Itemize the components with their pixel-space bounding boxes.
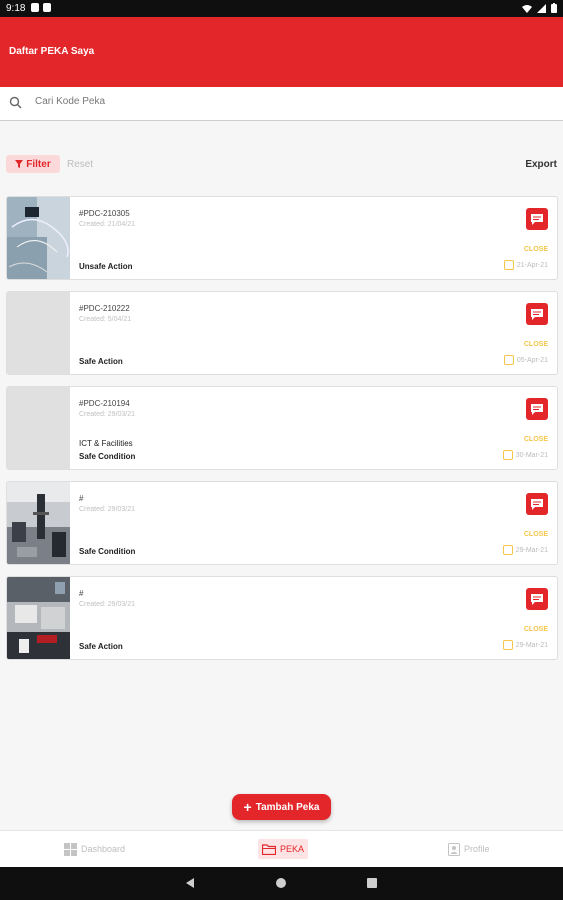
peka-card[interactable]: #PDC-210222 Created: 5/04/21 Safe Action… bbox=[6, 291, 558, 375]
page-title: Daftar PEKA Saya bbox=[9, 46, 95, 57]
wifi-icon bbox=[522, 4, 532, 13]
system-nav-bar bbox=[0, 867, 563, 900]
calendar-icon bbox=[502, 450, 513, 460]
comment-icon bbox=[531, 403, 543, 415]
card-type: Unsafe Action bbox=[79, 262, 133, 271]
card-date-text: 29-Mar-21 bbox=[515, 546, 548, 554]
card-date: 30-Mar-21 bbox=[502, 450, 548, 460]
calendar-icon bbox=[502, 640, 513, 650]
folder-icon bbox=[262, 843, 276, 855]
card-photo bbox=[7, 577, 70, 659]
nav-dashboard[interactable]: Dashboard bbox=[64, 839, 125, 859]
nav-profile[interactable]: Profile bbox=[448, 839, 490, 859]
comment-button[interactable] bbox=[526, 398, 548, 420]
comment-icon bbox=[531, 593, 543, 605]
card-date: 29-Mar-21 bbox=[502, 640, 548, 650]
comment-button[interactable] bbox=[526, 303, 548, 325]
comment-icon bbox=[531, 308, 543, 320]
card-type: Safe Condition bbox=[79, 452, 136, 461]
card-photo-placeholder bbox=[7, 292, 70, 374]
card-category: ICT & Facilities bbox=[79, 439, 133, 448]
battery-icon bbox=[551, 3, 557, 13]
filter-button[interactable]: Filter bbox=[6, 155, 60, 173]
card-created: Created: 21/04/21 bbox=[79, 221, 136, 228]
card-created: Created: 5/04/21 bbox=[79, 316, 132, 323]
card-date: 21-Apr-21 bbox=[503, 260, 548, 270]
card-created: Created: 29/03/21 bbox=[79, 506, 136, 513]
status-badge: CLOSE bbox=[523, 246, 548, 253]
card-date-text: 29-Mar-21 bbox=[515, 641, 548, 649]
filter-bar: Filter Reset Export bbox=[0, 155, 563, 175]
comment-button[interactable] bbox=[526, 493, 548, 515]
status-time: 9:18 bbox=[6, 3, 26, 14]
status-right-icons bbox=[522, 3, 557, 13]
comment-button[interactable] bbox=[526, 208, 548, 230]
card-code: #PDC-210222 bbox=[79, 304, 130, 313]
search-icon bbox=[9, 96, 22, 109]
status-badge: CLOSE bbox=[523, 531, 548, 538]
filter-label: Filter bbox=[26, 158, 51, 170]
card-photo bbox=[7, 197, 70, 279]
export-button[interactable]: Export bbox=[525, 159, 557, 170]
card-created: Created: 29/03/21 bbox=[79, 411, 136, 418]
add-peka-button[interactable]: + Tambah Peka bbox=[232, 794, 331, 820]
reset-button[interactable]: Reset bbox=[67, 159, 93, 170]
peka-card[interactable]: # Created: 29/03/21 Safe Action CLOSE 29… bbox=[6, 576, 558, 660]
calendar-icon bbox=[503, 355, 514, 365]
nav-dashboard-label: Dashboard bbox=[81, 844, 126, 854]
card-date: 29-Mar-21 bbox=[502, 545, 548, 555]
back-icon[interactable] bbox=[186, 878, 194, 888]
peka-card[interactable]: #PDC-210194 Created: 29/03/21 ICT & Faci… bbox=[6, 386, 558, 470]
recent-apps-icon[interactable] bbox=[367, 878, 377, 888]
status-bar: 9:18 bbox=[0, 0, 563, 17]
status-badge: CLOSE bbox=[523, 436, 548, 443]
search-bar bbox=[0, 87, 563, 121]
comment-icon bbox=[531, 213, 543, 225]
profile-icon bbox=[448, 842, 460, 856]
status-badge: CLOSE bbox=[523, 341, 548, 348]
status-badge: CLOSE bbox=[523, 626, 548, 633]
card-code: #PDC-210305 bbox=[79, 209, 130, 218]
signal-icon bbox=[537, 3, 546, 13]
home-icon[interactable] bbox=[276, 878, 286, 888]
card-type: Safe Action bbox=[79, 642, 123, 651]
card-photo bbox=[7, 482, 70, 564]
nav-peka-label: PEKA bbox=[280, 844, 305, 854]
nav-peka[interactable]: PEKA bbox=[258, 839, 309, 859]
card-date-text: 21-Apr-21 bbox=[516, 261, 548, 269]
calendar-icon bbox=[502, 545, 513, 555]
search-input[interactable] bbox=[33, 95, 517, 108]
card-date-text: 05-Apr-21 bbox=[516, 356, 548, 364]
card-date-text: 30-Mar-21 bbox=[515, 451, 548, 459]
card-created: Created: 29/03/21 bbox=[79, 601, 136, 608]
bottom-nav: Dashboard PEKA Profile bbox=[0, 830, 563, 868]
card-type: Safe Action bbox=[79, 357, 123, 366]
card-code: # bbox=[79, 494, 84, 503]
peka-card[interactable]: # Created: 29/03/21 Safe Condition CLOSE… bbox=[6, 481, 558, 565]
card-date: 05-Apr-21 bbox=[503, 355, 548, 365]
card-photo-placeholder bbox=[7, 387, 70, 469]
app-bar: Daftar PEKA Saya bbox=[0, 17, 563, 87]
card-code: #PDC-210194 bbox=[79, 399, 130, 408]
add-peka-label: Tambah Peka bbox=[255, 801, 320, 813]
calendar-icon bbox=[503, 260, 514, 270]
card-code: # bbox=[79, 589, 84, 598]
card-type: Safe Condition bbox=[79, 547, 136, 556]
notification-icons bbox=[31, 3, 51, 12]
dashboard-icon bbox=[64, 842, 77, 856]
peka-card[interactable]: #PDC-210305 Created: 21/04/21 Unsafe Act… bbox=[6, 196, 558, 280]
plus-icon: + bbox=[243, 799, 252, 815]
filter-icon bbox=[15, 160, 24, 168]
comment-icon bbox=[531, 498, 543, 510]
comment-button[interactable] bbox=[526, 588, 548, 610]
nav-profile-label: Profile bbox=[464, 844, 490, 854]
